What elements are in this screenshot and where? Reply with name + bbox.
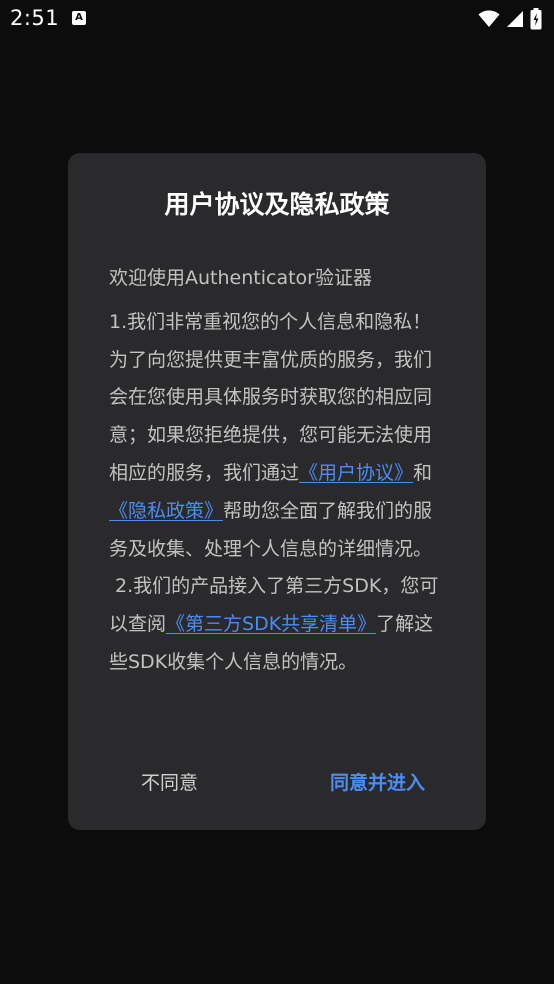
disagree-button[interactable]: 不同意 bbox=[141, 764, 198, 802]
status-icons bbox=[478, 8, 542, 30]
paragraph-1-and: 和 bbox=[413, 461, 433, 484]
paragraph-1-prefix: 1.我们非常重视您的个人信息和隐私！为了向您提供更丰富优质的服务，我们会在您使用… bbox=[109, 310, 433, 484]
dialog-title: 用户协议及隐私政策 bbox=[164, 190, 390, 219]
battery-icon bbox=[530, 8, 542, 30]
app-notification-icon: A bbox=[72, 11, 86, 25]
signal-icon bbox=[506, 10, 524, 28]
agree-and-enter-button[interactable]: 同意并进入 bbox=[330, 764, 425, 802]
dialog-body: 欢迎使用Authenticator验证器 1.我们非常重视您的个人信息和隐私！为… bbox=[109, 260, 443, 682]
dialog-greeting: 欢迎使用Authenticator验证器 bbox=[109, 267, 372, 289]
sdk-list-link[interactable]: 《第三方SDK共享清单》 bbox=[166, 613, 376, 635]
user-agreement-link[interactable]: 《用户协议》 bbox=[299, 462, 413, 484]
privacy-policy-link[interactable]: 《隐私政策》 bbox=[109, 500, 223, 522]
status-time: 2:51 bbox=[10, 6, 60, 30]
paragraph-2: 2.我们的产品接入了第三方SDK，您可以查阅《第三方SDK共享清单》了解这些SD… bbox=[109, 568, 443, 681]
status-bar: 2:51 A bbox=[0, 0, 554, 38]
paragraph-1: 1.我们非常重视您的个人信息和隐私！为了向您提供更丰富优质的服务，我们会在您使用… bbox=[109, 304, 443, 569]
wifi-icon bbox=[478, 10, 500, 28]
